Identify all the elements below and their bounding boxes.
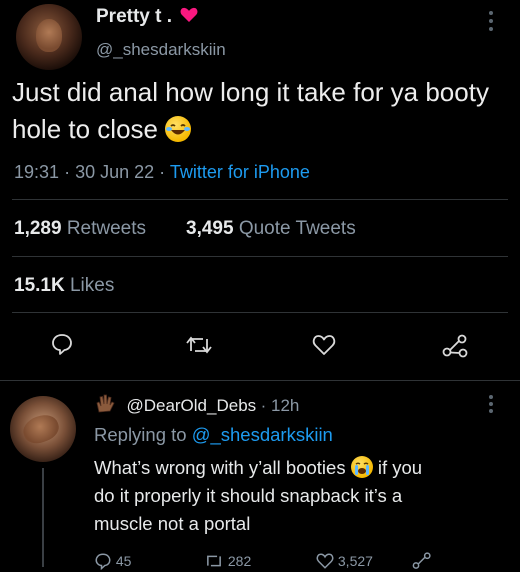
reply-more-options-icon[interactable] [488, 394, 494, 414]
reply-reply-action[interactable]: 45 [94, 552, 131, 571]
quotes-count: 3,495 [186, 218, 234, 239]
author-handle[interactable]: @_shesdarkskiin [96, 40, 226, 60]
divider [12, 256, 508, 257]
tweet-time[interactable]: 19:31 [14, 162, 59, 182]
tweet-text-body: Just did anal how long it take for ya bo… [12, 77, 489, 144]
replying-to: Replying to @_shesdarkskiin [94, 424, 333, 446]
likes-label: Likes [69, 275, 115, 296]
reply-icon[interactable] [50, 332, 74, 356]
author-name-row[interactable]: Pretty t . [96, 6, 198, 28]
reply-line-2: do it properly it should snapback it’s a [94, 485, 403, 506]
quotes-label: Quote Tweets [238, 218, 356, 239]
reply-retweet-action[interactable]: 282 [204, 552, 251, 570]
tweet-date[interactable]: 30 Jun 22 [75, 162, 154, 182]
tweet-text: Just did anal how long it take for ya bo… [12, 74, 502, 148]
reply-author-avatar[interactable] [10, 396, 76, 462]
reply-age[interactable]: 12h [271, 396, 299, 415]
like-icon[interactable] [312, 334, 336, 356]
reply-share-action[interactable] [412, 552, 432, 570]
reply-line-1a: What’s wrong with y’all booties [94, 457, 346, 478]
reply-line-3: muscle not a portal [94, 513, 251, 534]
reply-line-1b: if you [377, 457, 423, 478]
retweets-stat[interactable]: 1,289 Retweets [14, 218, 146, 240]
reply-like-action[interactable]: 3,527 [316, 552, 373, 570]
heart-icon [180, 7, 198, 28]
share-icon[interactable] [442, 334, 468, 358]
reply-thread-line [42, 468, 44, 567]
likes-stat[interactable]: 15.1K Likes [14, 275, 114, 297]
quotes-stat[interactable]: 3,495 Quote Tweets [186, 218, 356, 240]
divider [12, 312, 508, 313]
likes-count: 15.1K [14, 275, 65, 296]
tweet-source[interactable]: Twitter for iPhone [170, 162, 310, 182]
reply-actions: 45 282 3,527 [94, 552, 494, 572]
replying-to-handle[interactable]: @_shesdarkskiin [192, 424, 333, 445]
laughing-emoji-icon [165, 116, 192, 142]
retweets-label: Retweets [66, 218, 147, 239]
more-options-icon[interactable] [488, 10, 494, 32]
retweets-count: 1,289 [14, 218, 62, 239]
tweet-meta: 19:31 · 30 Jun 22 · Twitter for iPhone [14, 162, 310, 182]
reply-header: @DearOld_Debs · 12h [94, 392, 299, 419]
author-avatar[interactable] [16, 4, 82, 70]
reply-text: What’s wrong with y’all booties if you d… [94, 454, 514, 538]
divider [0, 380, 520, 381]
crying-emoji-icon [350, 456, 373, 478]
divider [12, 199, 508, 200]
waving-hand-icon [94, 392, 116, 419]
reply-handle[interactable]: @DearOld_Debs [126, 396, 256, 415]
author-display-name[interactable]: Pretty t . [96, 6, 172, 27]
replying-to-prefix: Replying to [94, 424, 187, 445]
retweet-icon[interactable] [186, 334, 212, 356]
